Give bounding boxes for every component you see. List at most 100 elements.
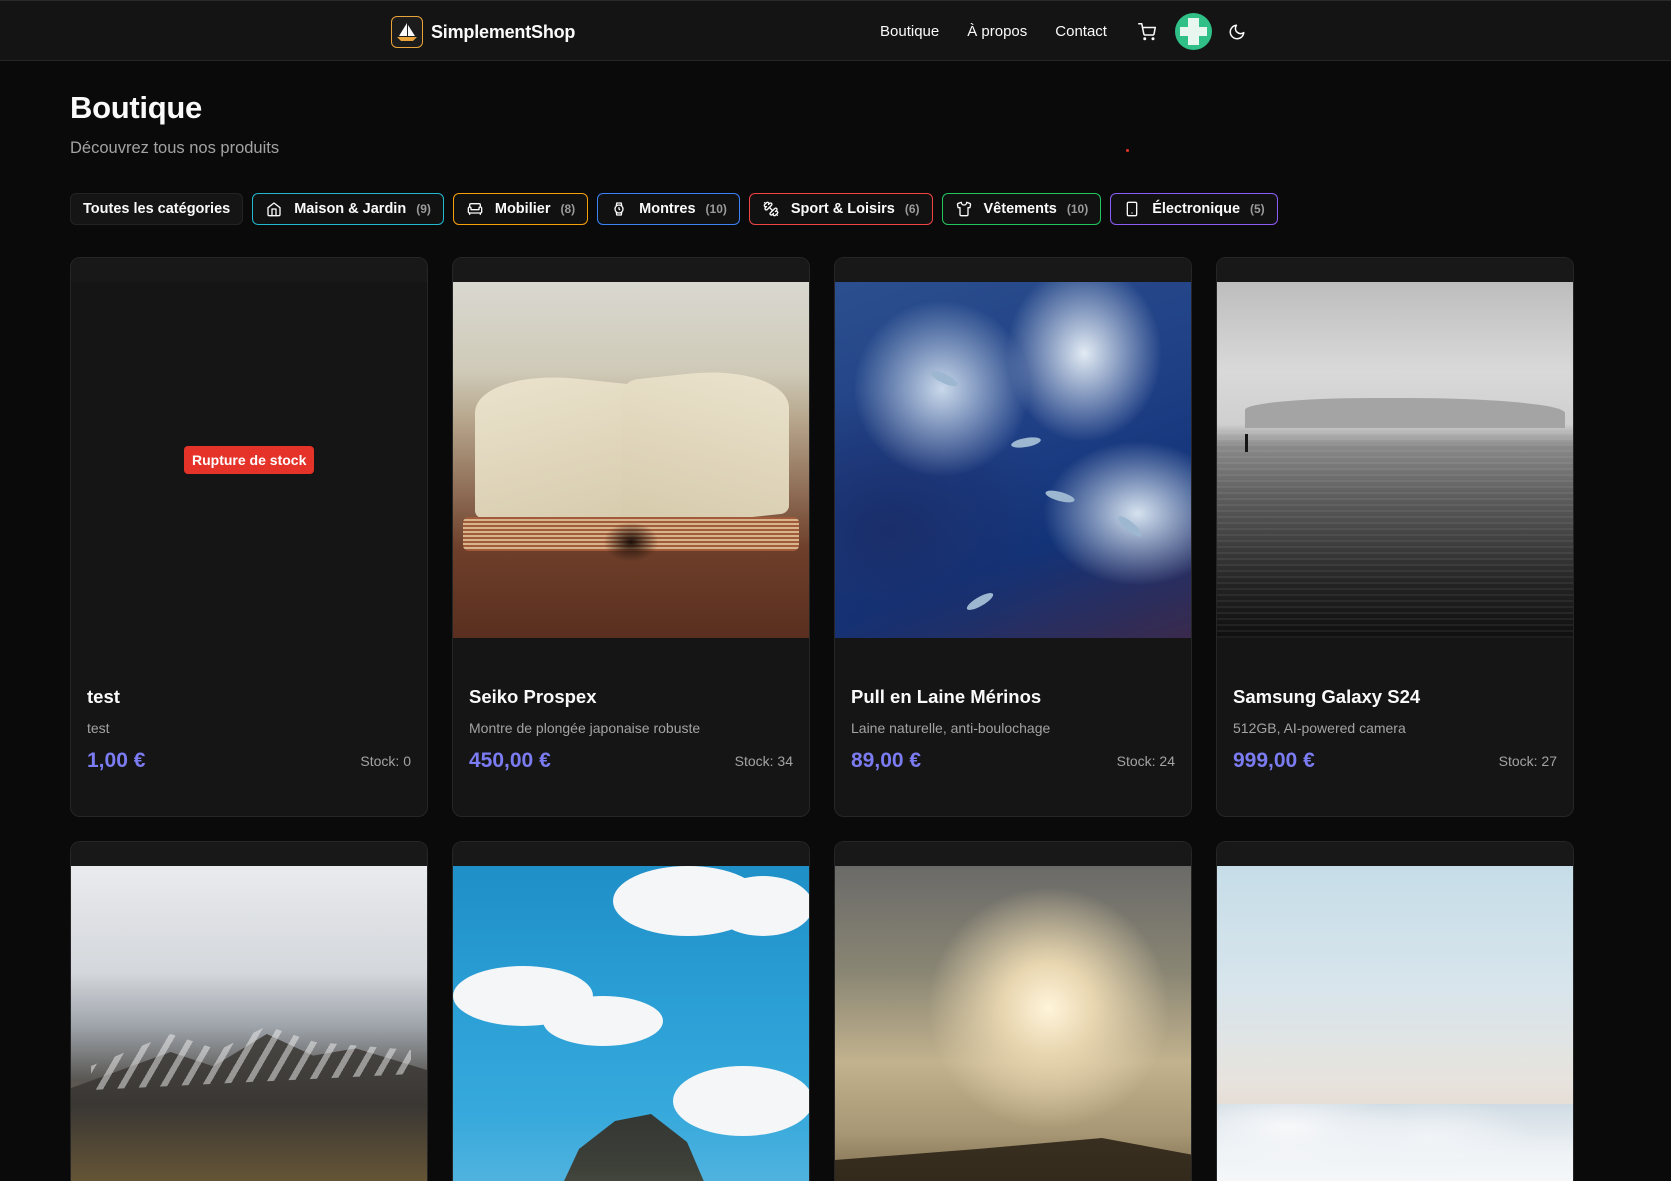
product-stock: Stock: 34 [734, 753, 793, 769]
filter-label: Électronique [1152, 201, 1241, 217]
fish-shape [1115, 513, 1145, 540]
shirt-icon [955, 200, 973, 218]
sea-texture [1217, 432, 1573, 638]
product-stock: Stock: 24 [1116, 753, 1175, 769]
card-top-strip [835, 842, 1191, 866]
filter-count: (10) [1066, 202, 1089, 216]
product-name: Seiko Prospex [469, 686, 597, 707]
cloud-shape [673, 1066, 809, 1136]
card-top-strip [1217, 842, 1573, 866]
card-top-strip [71, 258, 427, 282]
smartphone-icon [1123, 200, 1141, 218]
product-stock: Stock: 0 [360, 753, 411, 769]
hills-shape [835, 1138, 1191, 1181]
cloud-shape [543, 996, 663, 1046]
product-card[interactable] [834, 841, 1192, 1181]
filter-all-categories[interactable]: Toutes les catégories [70, 193, 244, 225]
fish-shape [964, 590, 996, 613]
product-image [71, 866, 427, 1181]
product-card[interactable]: Samsung Galaxy S24 512GB, AI-powered cam… [1216, 257, 1574, 817]
cloud-sea-shape [1217, 1104, 1573, 1181]
filter-count: (6) [904, 202, 920, 216]
nav-a-propos[interactable]: À propos [967, 23, 1027, 40]
nav-contact[interactable]: Contact [1055, 23, 1107, 40]
out-of-stock-badge: Rupture de stock [184, 446, 315, 474]
card-top-strip [71, 842, 427, 866]
cart-icon[interactable] [1135, 20, 1159, 44]
filter-sport-loisirs[interactable]: Sport & Loisirs (6) [748, 193, 933, 225]
product-image [835, 282, 1191, 638]
watch-icon [610, 200, 628, 218]
filter-label: Vêtements [983, 201, 1057, 217]
home-icon [265, 200, 283, 218]
filter-count: (10) [705, 202, 727, 216]
card-top-strip [453, 258, 809, 282]
product-image [1217, 282, 1573, 638]
product-price: 1,00 € [87, 749, 146, 772]
product-card[interactable] [1216, 841, 1574, 1181]
filter-electronique[interactable]: Électronique (5) [1110, 193, 1278, 225]
product-image [453, 866, 809, 1181]
product-price: 450,00 € [469, 749, 551, 772]
fish-shape [1010, 435, 1042, 450]
product-info: Pull en Laine Mérinos Laine naturelle, a… [835, 638, 1191, 816]
fish-shape [928, 368, 960, 389]
product-description: 512GB, AI-powered camera [1233, 720, 1406, 736]
decorative-dot [1126, 149, 1129, 152]
sofa-icon [466, 200, 484, 218]
book-page [475, 368, 645, 536]
sailboat-logo-icon [391, 16, 423, 48]
page-title: Boutique [70, 90, 202, 125]
product-info: Samsung Galaxy S24 512GB, AI-powered cam… [1217, 638, 1573, 816]
top-nav-bar: SimplementShop Boutique À propos Contact [0, 0, 1671, 61]
filter-label: Toutes les catégories [83, 201, 231, 217]
product-price: 89,00 € [851, 749, 922, 772]
product-image-placeholder: Rupture de stock [71, 282, 427, 638]
main-nav: Boutique À propos Contact [880, 1, 1248, 62]
product-card[interactable] [452, 841, 810, 1181]
product-card[interactable] [70, 841, 428, 1181]
product-name: test [87, 686, 120, 707]
brand[interactable]: SimplementShop [391, 16, 575, 48]
filter-count: (5) [1250, 202, 1265, 216]
dumbbell-icon [762, 200, 780, 218]
filter-count: (9) [416, 202, 431, 216]
filter-maison-jardin[interactable]: Maison & Jardin (9) [252, 193, 444, 225]
filter-count: (8) [560, 202, 576, 216]
product-description: Montre de plongée japonaise robuste [469, 720, 701, 736]
filter-montres[interactable]: Montres (10) [597, 193, 740, 225]
filter-label: Sport & Loisirs [790, 201, 895, 217]
page-subtitle: Découvrez tous nos produits [70, 139, 280, 157]
product-card[interactable]: Rupture de stock test test 1,00 € Stock:… [70, 257, 428, 817]
product-image [453, 282, 809, 638]
card-top-strip [835, 258, 1191, 282]
product-name: Pull en Laine Mérinos [851, 686, 1042, 707]
product-info: test test 1,00 € Stock: 0 [71, 638, 427, 816]
moon-icon[interactable] [1226, 21, 1248, 43]
filter-label: Mobilier [494, 201, 551, 217]
avatar[interactable] [1174, 13, 1212, 50]
product-stock: Stock: 27 [1498, 753, 1557, 769]
nav-boutique[interactable]: Boutique [880, 23, 939, 40]
book-shadow [603, 522, 659, 562]
card-top-strip [1217, 258, 1573, 282]
sailboat-shape [1245, 434, 1248, 452]
fish-shape [1044, 488, 1076, 505]
product-name: Samsung Galaxy S24 [1233, 686, 1421, 707]
filter-label: Montres [639, 201, 696, 217]
card-top-strip [453, 842, 809, 866]
product-card[interactable]: Pull en Laine Mérinos Laine naturelle, a… [834, 257, 1192, 817]
product-image [1217, 866, 1573, 1181]
mountain-silhouette [1245, 398, 1565, 428]
filter-label: Maison & Jardin [294, 201, 407, 217]
filter-mobilier[interactable]: Mobilier (8) [452, 193, 589, 225]
cloud-shape [713, 876, 809, 936]
product-image [835, 866, 1191, 1181]
category-filters: Toutes les catégories Maison & Jardin (9… [70, 193, 1278, 225]
product-price: 999,00 € [1233, 749, 1315, 772]
product-info: Seiko Prospex Montre de plongée japonais… [453, 638, 809, 816]
book-page [621, 363, 789, 531]
product-card[interactable]: Seiko Prospex Montre de plongée japonais… [452, 257, 810, 817]
product-description: test [87, 720, 110, 736]
filter-vetements[interactable]: Vêtements (10) [941, 193, 1102, 225]
